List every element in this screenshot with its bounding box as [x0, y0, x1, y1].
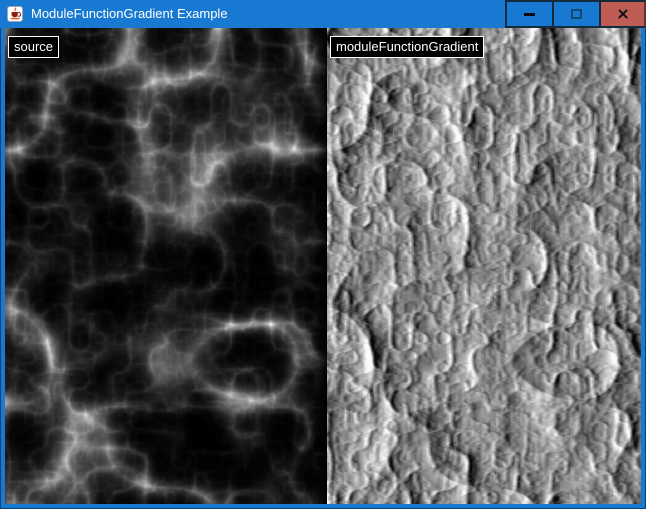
app-window: ModuleFunctionGradient Example source mo… [0, 0, 646, 509]
maximize-button[interactable] [552, 0, 599, 28]
minimize-button[interactable] [505, 0, 552, 28]
content-area: source moduleFunctionGradient [5, 28, 641, 504]
close-button[interactable] [599, 0, 646, 28]
titlebar[interactable]: ModuleFunctionGradient Example [0, 0, 646, 28]
panel-source: source [5, 28, 327, 504]
java-coffee-cup-icon [0, 0, 31, 28]
source-image [5, 28, 327, 504]
window-title: ModuleFunctionGradient Example [31, 0, 505, 28]
source-label: source [8, 36, 59, 58]
maximize-icon [571, 9, 582, 19]
module-function-gradient-image [327, 28, 641, 504]
minimize-icon [524, 13, 535, 16]
panel-gradient: moduleFunctionGradient [327, 28, 641, 504]
close-icon [617, 8, 629, 20]
gradient-label: moduleFunctionGradient [330, 36, 484, 58]
window-controls [505, 0, 646, 28]
